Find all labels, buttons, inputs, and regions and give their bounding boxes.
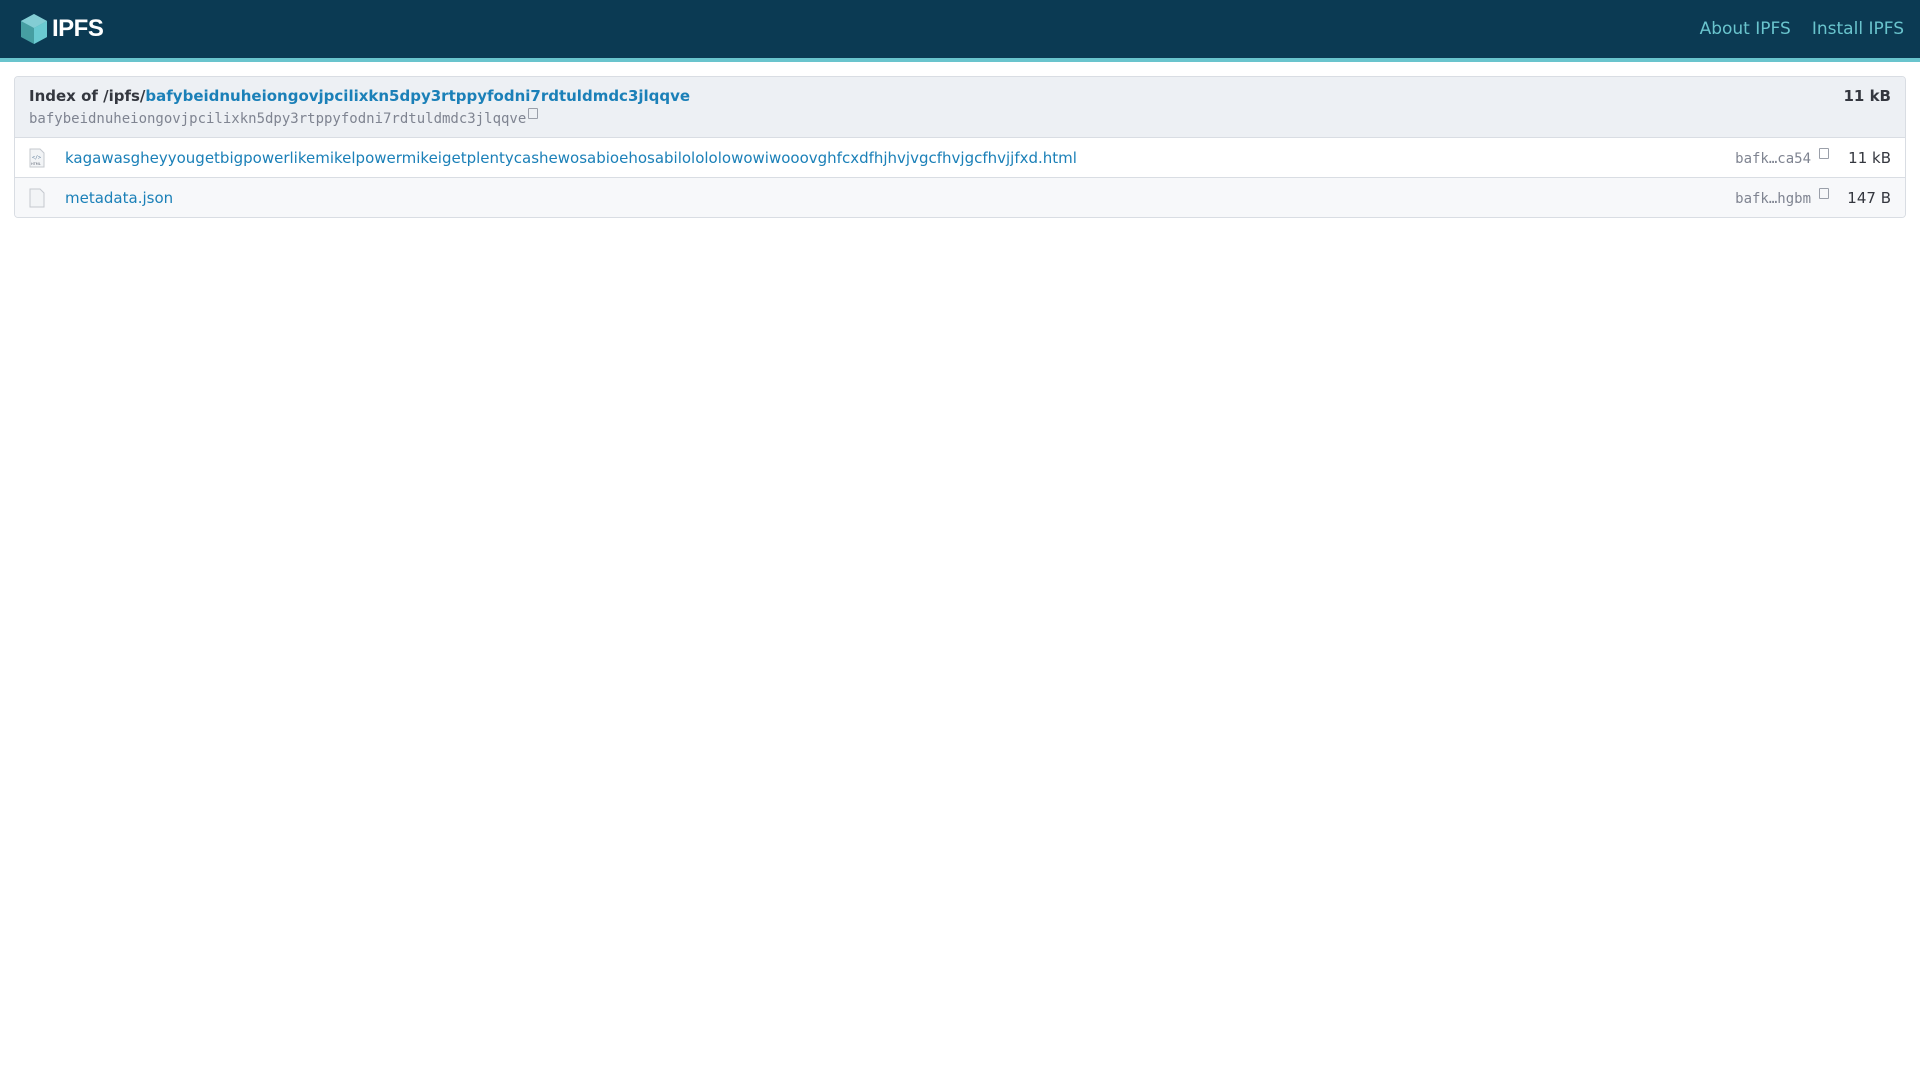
svg-text:</>: </> bbox=[32, 155, 41, 161]
listing-header: Index of /ipfs/bafybeidnuheiongovjpcilix… bbox=[15, 77, 1905, 138]
svg-text:HTML: HTML bbox=[31, 162, 41, 166]
copy-icon[interactable] bbox=[1819, 188, 1829, 199]
install-ipfs-link[interactable]: Install IPFS bbox=[1812, 19, 1904, 39]
logo-text: IPFS bbox=[52, 15, 104, 42]
top-nav: About IPFS Install IPFS bbox=[1684, 19, 1904, 39]
copy-icon[interactable] bbox=[528, 108, 539, 119]
file-icon bbox=[29, 188, 45, 207]
file-size: 147 B bbox=[1847, 188, 1891, 207]
file-hash: bafk…hgbm bbox=[1735, 188, 1829, 207]
ipfs-cube-icon bbox=[21, 14, 47, 44]
title-prefix: Index of /ipfs/ bbox=[29, 87, 146, 105]
file-size: 11 kB bbox=[1848, 148, 1891, 167]
table-row: </> HTML kagawasgheyyougetbigpowerlikemik… bbox=[15, 138, 1905, 178]
about-ipfs-link[interactable]: About IPFS bbox=[1700, 19, 1791, 39]
hash-value: bafk…hgbm bbox=[1735, 191, 1811, 207]
cid-value: bafybeidnuheiongovjpcilixkn5dpy3rtppyfod… bbox=[29, 111, 527, 127]
copy-icon[interactable] bbox=[1819, 148, 1829, 159]
table-row: metadata.json bafk…hgbm 147 B bbox=[15, 178, 1905, 217]
file-link[interactable]: kagawasgheyyougetbigpowerlikemikelpowerm… bbox=[65, 149, 1735, 167]
file-hash: bafk…ca54 bbox=[1735, 148, 1829, 167]
top-bar: IPFS About IPFS Install IPFS bbox=[0, 0, 1920, 62]
file-link[interactable]: metadata.json bbox=[65, 189, 1735, 207]
directory-listing: Index of /ipfs/bafybeidnuheiongovjpcilix… bbox=[14, 76, 1906, 218]
total-size: 11 kB bbox=[1843, 87, 1891, 105]
ipfs-logo[interactable]: IPFS bbox=[20, 13, 104, 45]
html-file-icon: </>HTML bbox=[29, 148, 45, 167]
hash-value: bafk…ca54 bbox=[1735, 151, 1811, 167]
cid-text: bafybeidnuheiongovjpcilixkn5dpy3rtppyfod… bbox=[29, 108, 690, 127]
page-title: Index of /ipfs/bafybeidnuheiongovjpcilix… bbox=[29, 87, 690, 105]
cid-link[interactable]: bafybeidnuheiongovjpcilixkn5dpy3rtppyfod… bbox=[145, 87, 690, 105]
